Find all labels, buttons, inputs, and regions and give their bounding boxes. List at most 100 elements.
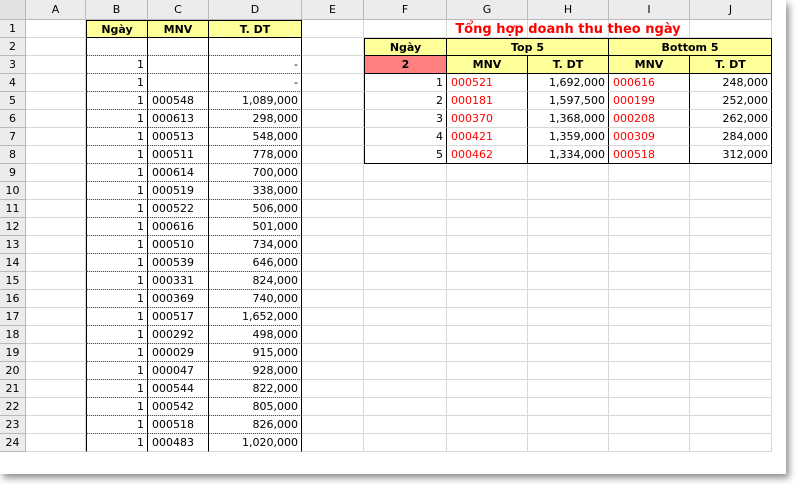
cell[interactable] (364, 434, 447, 452)
cell[interactable] (609, 434, 690, 452)
cell[interactable] (26, 110, 86, 128)
cell[interactable] (447, 200, 528, 218)
table-cell[interactable]: 548,000 (209, 128, 302, 146)
cell[interactable] (609, 272, 690, 290)
row-header-23[interactable]: 23 (0, 416, 26, 434)
summary-cell[interactable]: 5 (364, 146, 447, 164)
cell[interactable] (447, 416, 528, 434)
table-cell[interactable]: 000511 (148, 146, 209, 164)
cell[interactable] (447, 362, 528, 380)
column-header-e[interactable]: E (302, 0, 364, 20)
table-cell[interactable]: 1 (86, 290, 148, 308)
row-header-16[interactable]: 16 (0, 290, 26, 308)
table-cell[interactable]: 646,000 (209, 254, 302, 272)
row-header-19[interactable]: 19 (0, 344, 26, 362)
cell[interactable] (690, 326, 772, 344)
table-cell[interactable]: 1 (86, 128, 148, 146)
cell[interactable] (302, 308, 364, 326)
cell[interactable] (26, 56, 86, 74)
table-cell[interactable]: 826,000 (209, 416, 302, 434)
table-cell[interactable]: 000548 (148, 92, 209, 110)
summary-cell[interactable]: 000199 (609, 92, 690, 110)
cell[interactable] (528, 362, 609, 380)
cell[interactable] (26, 38, 86, 56)
table-cell[interactable]: 000518 (148, 416, 209, 434)
cell[interactable] (528, 254, 609, 272)
cell[interactable] (609, 182, 690, 200)
row-header-11[interactable]: 11 (0, 200, 26, 218)
summary-cell[interactable]: 000521 (447, 74, 528, 92)
cell[interactable] (302, 128, 364, 146)
cell[interactable] (690, 272, 772, 290)
cell[interactable] (26, 74, 86, 92)
cell[interactable] (26, 236, 86, 254)
table-cell[interactable] (209, 38, 302, 56)
row-header-12[interactable]: 12 (0, 218, 26, 236)
table-cell[interactable] (148, 38, 209, 56)
table-cell[interactable]: 000510 (148, 236, 209, 254)
cell[interactable] (302, 218, 364, 236)
column-header-a[interactable]: A (26, 0, 86, 20)
row-header-21[interactable]: 21 (0, 380, 26, 398)
table-cell[interactable]: 778,000 (209, 146, 302, 164)
table-cell[interactable]: 1 (86, 344, 148, 362)
cell[interactable] (26, 398, 86, 416)
table-cell[interactable]: 1 (86, 254, 148, 272)
cell[interactable] (364, 290, 447, 308)
cell[interactable] (690, 308, 772, 326)
row-header-2[interactable]: 2 (0, 38, 26, 56)
row-header-6[interactable]: 6 (0, 110, 26, 128)
cell[interactable] (364, 236, 447, 254)
table-cell[interactable]: 000047 (148, 362, 209, 380)
table-cell[interactable]: 740,000 (209, 290, 302, 308)
table-cell[interactable]: 1 (86, 308, 148, 326)
cell[interactable] (609, 218, 690, 236)
cell[interactable] (302, 92, 364, 110)
cell[interactable] (26, 164, 86, 182)
cell[interactable] (302, 434, 364, 452)
cell[interactable] (26, 182, 86, 200)
table-cell[interactable]: 1 (86, 362, 148, 380)
summary-cell[interactable]: 1,359,000 (528, 128, 609, 146)
column-header-h[interactable]: H (528, 0, 609, 20)
cell[interactable] (364, 164, 447, 182)
row-header-7[interactable]: 7 (0, 128, 26, 146)
summary-cell[interactable]: 1,368,000 (528, 110, 609, 128)
cell[interactable] (609, 416, 690, 434)
row-header-10[interactable]: 10 (0, 182, 26, 200)
cell[interactable] (302, 254, 364, 272)
cell[interactable] (26, 218, 86, 236)
summary-cell[interactable]: 1 (364, 74, 447, 92)
table-cell[interactable]: 000522 (148, 200, 209, 218)
table-cell[interactable]: 1 (86, 164, 148, 182)
cell[interactable] (302, 290, 364, 308)
table-cell[interactable] (148, 56, 209, 74)
row-header-3[interactable]: 3 (0, 56, 26, 74)
summary-cell[interactable]: 2 (364, 92, 447, 110)
cell[interactable] (302, 380, 364, 398)
cell[interactable] (690, 200, 772, 218)
table-cell[interactable]: 1 (86, 200, 148, 218)
cell[interactable] (609, 290, 690, 308)
table-cell[interactable]: 1 (86, 218, 148, 236)
cell[interactable] (447, 182, 528, 200)
cell[interactable] (364, 272, 447, 290)
table-cell[interactable]: 000331 (148, 272, 209, 290)
cell[interactable] (26, 362, 86, 380)
cell[interactable] (690, 290, 772, 308)
cell[interactable] (609, 254, 690, 272)
row-header-20[interactable]: 20 (0, 362, 26, 380)
cell[interactable] (690, 344, 772, 362)
row-header-8[interactable]: 8 (0, 146, 26, 164)
cell[interactable] (447, 236, 528, 254)
summary-cell[interactable]: 000309 (609, 128, 690, 146)
table-cell[interactable]: 805,000 (209, 398, 302, 416)
table-cell[interactable]: 1 (86, 74, 148, 92)
cell[interactable] (364, 362, 447, 380)
table-cell[interactable]: 1 (86, 416, 148, 434)
cell[interactable] (609, 398, 690, 416)
cell[interactable] (609, 362, 690, 380)
cell[interactable] (528, 290, 609, 308)
cell[interactable] (690, 236, 772, 254)
cell[interactable] (26, 290, 86, 308)
